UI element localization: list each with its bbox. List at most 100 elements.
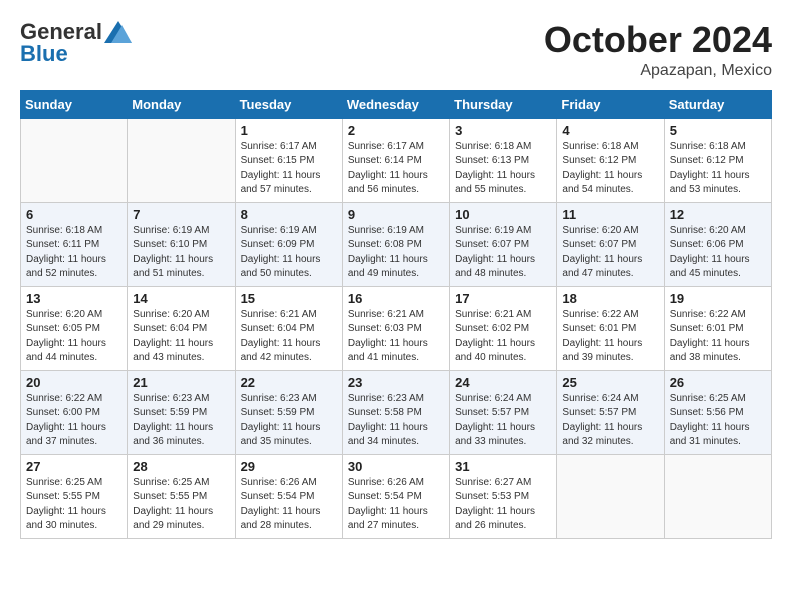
day-number: 13 [26, 291, 122, 306]
calendar-cell [664, 454, 771, 538]
day-info: Sunrise: 6:20 AMSunset: 6:06 PMDaylight:… [670, 224, 766, 282]
day-info: Sunrise: 6:18 AMSunset: 6:12 PMDaylight:… [670, 140, 766, 198]
calendar-cell: 15 Sunrise: 6:21 AMSunset: 6:04 PMDayligh… [235, 286, 342, 370]
day-number: 28 [133, 459, 229, 474]
weekday-header: Thursday [450, 90, 557, 118]
weekday-header: Tuesday [235, 90, 342, 118]
calendar-cell: 24 Sunrise: 6:24 AMSunset: 5:57 PMDayligh… [450, 370, 557, 454]
day-info: Sunrise: 6:22 AMSunset: 6:01 PMDaylight:… [670, 308, 766, 366]
day-info: Sunrise: 6:27 AMSunset: 5:53 PMDaylight:… [455, 476, 551, 534]
day-number: 6 [26, 207, 122, 222]
day-info: Sunrise: 6:20 AMSunset: 6:07 PMDaylight:… [562, 224, 658, 282]
day-info: Sunrise: 6:23 AMSunset: 5:58 PMDaylight:… [348, 392, 444, 450]
calendar-week-row: 27 Sunrise: 6:25 AMSunset: 5:55 PMDayligh… [21, 454, 772, 538]
day-info: Sunrise: 6:25 AMSunset: 5:55 PMDaylight:… [26, 476, 122, 534]
day-number: 21 [133, 375, 229, 390]
calendar-cell: 29Sunrise: 6:26 AMSunset: 5:54 PMDayligh… [235, 454, 342, 538]
calendar-cell: 11Sunrise: 6:20 AMSunset: 6:07 PMDayligh… [557, 202, 664, 286]
page-header: General Blue October 2024 Apazapan, Mexi… [20, 20, 772, 80]
weekday-header: Saturday [664, 90, 771, 118]
day-number: 12 [670, 207, 766, 222]
day-info: Sunrise: 6:23 AMSunset: 5:59 PMDaylight:… [241, 392, 337, 450]
calendar-cell: 5 Sunrise: 6:18 AMSunset: 6:12 PMDaylight… [664, 118, 771, 202]
calendar-table: SundayMondayTuesdayWednesdayThursdayFrid… [20, 90, 772, 539]
calendar-cell: 14Sunrise: 6:20 AMSunset: 6:04 PMDayligh… [128, 286, 235, 370]
location: Apazapan, Mexico [544, 62, 772, 80]
title-block: October 2024 Apazapan, Mexico [544, 20, 772, 80]
day-info: Sunrise: 6:25 AMSunset: 5:56 PMDaylight:… [670, 392, 766, 450]
calendar-week-row: 20 Sunrise: 6:22 AMSunset: 6:00 PMDayligh… [21, 370, 772, 454]
calendar-cell: 13 Sunrise: 6:20 AMSunset: 6:05 PMDayligh… [21, 286, 128, 370]
calendar-week-row: 1Sunrise: 6:17 AMSunset: 6:15 PMDaylight… [21, 118, 772, 202]
calendar-cell: 20 Sunrise: 6:22 AMSunset: 6:00 PMDayligh… [21, 370, 128, 454]
calendar-cell: 7Sunrise: 6:19 AMSunset: 6:10 PMDaylight… [128, 202, 235, 286]
calendar-cell: 17 Sunrise: 6:21 AMSunset: 6:02 PMDayligh… [450, 286, 557, 370]
day-number: 7 [133, 207, 229, 222]
day-number: 2 [348, 123, 444, 138]
day-info: Sunrise: 6:22 AMSunset: 6:00 PMDaylight:… [26, 392, 122, 450]
day-info: Sunrise: 6:21 AMSunset: 6:04 PMDaylight:… [241, 308, 337, 366]
day-info: Sunrise: 6:24 AMSunset: 5:57 PMDaylight:… [562, 392, 658, 450]
calendar-cell: 30 Sunrise: 6:26 AMSunset: 5:54 PMDayligh… [342, 454, 449, 538]
day-number: 18 [562, 291, 658, 306]
calendar-cell: 18 Sunrise: 6:22 AMSunset: 6:01 PMDayligh… [557, 286, 664, 370]
calendar-cell [557, 454, 664, 538]
day-info: Sunrise: 6:20 AMSunset: 6:05 PMDaylight:… [26, 308, 122, 366]
calendar-cell: 22Sunrise: 6:23 AMSunset: 5:59 PMDayligh… [235, 370, 342, 454]
calendar-cell: 16 Sunrise: 6:21 AMSunset: 6:03 PMDayligh… [342, 286, 449, 370]
calendar-cell: 1Sunrise: 6:17 AMSunset: 6:15 PMDaylight… [235, 118, 342, 202]
calendar-cell: 31 Sunrise: 6:27 AMSunset: 5:53 PMDayligh… [450, 454, 557, 538]
day-number: 20 [26, 375, 122, 390]
day-info: Sunrise: 6:19 AMSunset: 6:09 PMDaylight:… [241, 224, 337, 282]
day-number: 16 [348, 291, 444, 306]
day-info: Sunrise: 6:21 AMSunset: 6:03 PMDaylight:… [348, 308, 444, 366]
day-number: 30 [348, 459, 444, 474]
day-info: Sunrise: 6:21 AMSunset: 6:02 PMDaylight:… [455, 308, 551, 366]
calendar-week-row: 6 Sunrise: 6:18 AMSunset: 6:11 PMDaylight… [21, 202, 772, 286]
weekday-header: Sunday [21, 90, 128, 118]
day-info: Sunrise: 6:23 AMSunset: 5:59 PMDaylight:… [133, 392, 229, 450]
day-info: Sunrise: 6:18 AMSunset: 6:11 PMDaylight:… [26, 224, 122, 282]
calendar-week-row: 13 Sunrise: 6:20 AMSunset: 6:05 PMDayligh… [21, 286, 772, 370]
day-number: 19 [670, 291, 766, 306]
calendar-cell: 3 Sunrise: 6:18 AMSunset: 6:13 PMDaylight… [450, 118, 557, 202]
calendar-cell: 21 Sunrise: 6:23 AMSunset: 5:59 PMDayligh… [128, 370, 235, 454]
day-info: Sunrise: 6:25 AMSunset: 5:55 PMDaylight:… [133, 476, 229, 534]
month-title: October 2024 [544, 20, 772, 60]
day-number: 17 [455, 291, 551, 306]
day-info: Sunrise: 6:24 AMSunset: 5:57 PMDaylight:… [455, 392, 551, 450]
day-info: Sunrise: 6:19 AMSunset: 6:08 PMDaylight:… [348, 224, 444, 282]
day-number: 31 [455, 459, 551, 474]
day-number: 5 [670, 123, 766, 138]
calendar-cell [21, 118, 128, 202]
day-number: 14 [133, 291, 229, 306]
logo: General Blue [20, 20, 132, 66]
day-number: 1 [241, 123, 337, 138]
calendar-header-row: SundayMondayTuesdayWednesdayThursdayFrid… [21, 90, 772, 118]
calendar-cell: 28 Sunrise: 6:25 AMSunset: 5:55 PMDayligh… [128, 454, 235, 538]
day-number: 3 [455, 123, 551, 138]
calendar-cell: 4Sunrise: 6:18 AMSunset: 6:12 PMDaylight… [557, 118, 664, 202]
day-number: 15 [241, 291, 337, 306]
calendar-cell: 25Sunrise: 6:24 AMSunset: 5:57 PMDayligh… [557, 370, 664, 454]
day-number: 27 [26, 459, 122, 474]
day-number: 29 [241, 459, 337, 474]
logo-icon [104, 21, 132, 43]
calendar-cell: 26Sunrise: 6:25 AMSunset: 5:56 PMDayligh… [664, 370, 771, 454]
day-number: 9 [348, 207, 444, 222]
calendar-cell: 10 Sunrise: 6:19 AMSunset: 6:07 PMDayligh… [450, 202, 557, 286]
calendar-cell: 19 Sunrise: 6:22 AMSunset: 6:01 PMDayligh… [664, 286, 771, 370]
day-info: Sunrise: 6:18 AMSunset: 6:13 PMDaylight:… [455, 140, 551, 198]
day-number: 10 [455, 207, 551, 222]
calendar-cell: 12 Sunrise: 6:20 AMSunset: 6:06 PMDayligh… [664, 202, 771, 286]
calendar-cell: 9 Sunrise: 6:19 AMSunset: 6:08 PMDaylight… [342, 202, 449, 286]
calendar-cell: 27 Sunrise: 6:25 AMSunset: 5:55 PMDayligh… [21, 454, 128, 538]
day-info: Sunrise: 6:19 AMSunset: 6:07 PMDaylight:… [455, 224, 551, 282]
calendar-cell: 2Sunrise: 6:17 AMSunset: 6:14 PMDaylight… [342, 118, 449, 202]
day-info: Sunrise: 6:18 AMSunset: 6:12 PMDaylight:… [562, 140, 658, 198]
day-number: 24 [455, 375, 551, 390]
day-info: Sunrise: 6:26 AMSunset: 5:54 PMDaylight:… [348, 476, 444, 534]
calendar-cell: 8Sunrise: 6:19 AMSunset: 6:09 PMDaylight… [235, 202, 342, 286]
day-info: Sunrise: 6:22 AMSunset: 6:01 PMDaylight:… [562, 308, 658, 366]
calendar-cell: 6 Sunrise: 6:18 AMSunset: 6:11 PMDaylight… [21, 202, 128, 286]
